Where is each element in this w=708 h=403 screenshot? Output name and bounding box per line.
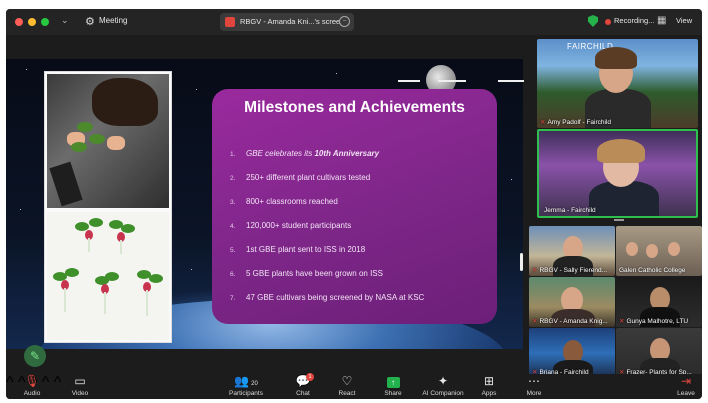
zoom-window: ⌄ ⚙ Meeting RBGV - Amanda Kni...'s scree… [6,9,702,399]
react-icon: ♡ [341,374,353,388]
stop-viewing-share-button[interactable]: − [339,16,350,27]
shared-slide: Milestones and Achievements 1. GBE celeb… [6,59,523,349]
plant-photos [44,71,172,343]
minimize-window-button[interactable] [28,18,36,26]
video-tile-galen[interactable]: Galen Catholic College [616,226,702,276]
participant-name: ✕ Amy Padolf - Fairchild [540,119,612,126]
audio-button[interactable]: 🎙 Audio [18,374,46,397]
milestones-panel: Milestones and Achievements 1. GBE celeb… [212,89,497,324]
shield-icon[interactable] [588,15,598,27]
video-tile-amy[interactable]: FAIRCHILD ✕ Amy Padolf - Fairchild [537,39,698,128]
chevron-up-icon[interactable]: ^ [6,374,14,391]
list-item: 2. 250+ different plant cultivars tested [230,173,371,182]
grid-icon[interactable]: ▦ [657,15,666,26]
meeting-label: Meeting [99,16,128,25]
apps-button[interactable]: ⊞ Apps [476,374,502,397]
ai-companion-icon: ✦ [437,374,449,388]
radish-plants-photo [47,212,169,340]
video-tile-frazer[interactable]: ✕ Frazer- Plants for Sp... [616,328,702,378]
screen-share-indicator[interactable]: RBGV - Amanda Kni...'s scree − [220,13,354,31]
screen-share-icon [225,17,235,27]
divider [398,80,420,82]
video-tile-amanda[interactable]: ✕ RBGV - Amanda Knig... [529,277,615,327]
annotate-icon[interactable]: ✎ [24,345,46,367]
ai-companion-button[interactable]: ✦ AI Companion [420,374,466,397]
more-icon: ⋯ [528,374,540,388]
list-item: 6. 5 GBE plants have been grown on ISS [230,269,383,278]
video-tile-briana[interactable]: ✕ Briana - Fairchild [529,328,615,378]
maximize-window-button[interactable] [41,18,49,26]
participant-name: ✕ Gunya Malhotre, LTU [619,318,689,325]
recording-dot-icon [605,19,611,25]
student-planting-photo [47,74,169,208]
view-button[interactable]: View [676,16,692,25]
participant-name: Jemma - Fairchild [544,207,596,214]
list-item: 4. 120,000+ student participants [230,221,352,230]
mic-muted-icon: ✕ [540,119,546,126]
list-item: 5. 1st GBE plant sent to ISS in 2018 [230,245,366,254]
list-item: 1. GBE celebrates its 10th Anniversary [230,149,380,158]
participants-icon: 👥 20 [234,374,258,388]
chat-badge: 1 [306,373,314,381]
mic-muted-icon: ✕ [532,267,538,274]
participants-button[interactable]: 👥 20 Participants [224,374,268,397]
milestones-list: 1. GBE celebrates its 10th Anniversary 2… [230,149,490,317]
recording-label[interactable]: Recording... [614,16,654,25]
mic-muted-icon: 🎙 [24,374,40,388]
meeting-icon: ⚙ [85,16,95,28]
participant-name: ✕ RBGV - Sally Fierend... [532,267,608,274]
video-tile-gunya[interactable]: ✕ Gunya Malhotre, LTU [616,277,702,327]
leave-icon: ⇥ [680,374,692,388]
leave-button[interactable]: ⇥ Leave [674,374,698,397]
participant-name: ✕ RBGV - Amanda Knig... [532,318,608,325]
slide-title: Milestones and Achievements [244,99,465,116]
meeting-toolbar: 🎙 Audio ^ ▭ Video ^ 👥 20 Participants ^ 💬… [6,373,702,399]
mic-muted-icon: ✕ [619,318,625,325]
scroll-indicator[interactable] [614,219,624,221]
video-tile-sally[interactable]: ✕ RBGV - Sally Fierend... [529,226,615,276]
title-bar: ⌄ ⚙ Meeting RBGV - Amanda Kni...'s scree… [6,9,702,35]
share-icon: ↑ [380,374,406,388]
video-button[interactable]: ▭ Video [66,374,94,397]
mic-muted-icon: ✕ [532,318,538,325]
react-button[interactable]: ♡ React [334,374,360,397]
list-item: 7. 47 GBE cultivars being screened by NA… [230,293,425,302]
divider [438,80,466,82]
share-button[interactable]: ↑ Share [380,374,406,397]
chat-button[interactable]: 💬 1 Chat [290,373,316,397]
chevron-down-icon[interactable]: ⌄ [61,15,69,26]
apps-icon: ⊞ [483,374,495,388]
chevron-up-icon[interactable]: ^ [54,374,62,391]
list-item: 3. 800+ classrooms reached [230,197,338,206]
camera-icon: ▭ [74,374,86,388]
participant-name: Galen Catholic College [619,267,686,274]
video-tile-jemma[interactable]: Jemma - Fairchild [537,129,698,218]
screen-share-label: RBGV - Amanda Kni...'s scree [240,17,341,26]
more-button[interactable]: ⋯ More [521,374,547,397]
panel-resize-handle[interactable] [520,253,523,271]
close-window-button[interactable] [15,18,23,26]
divider [498,80,524,82]
